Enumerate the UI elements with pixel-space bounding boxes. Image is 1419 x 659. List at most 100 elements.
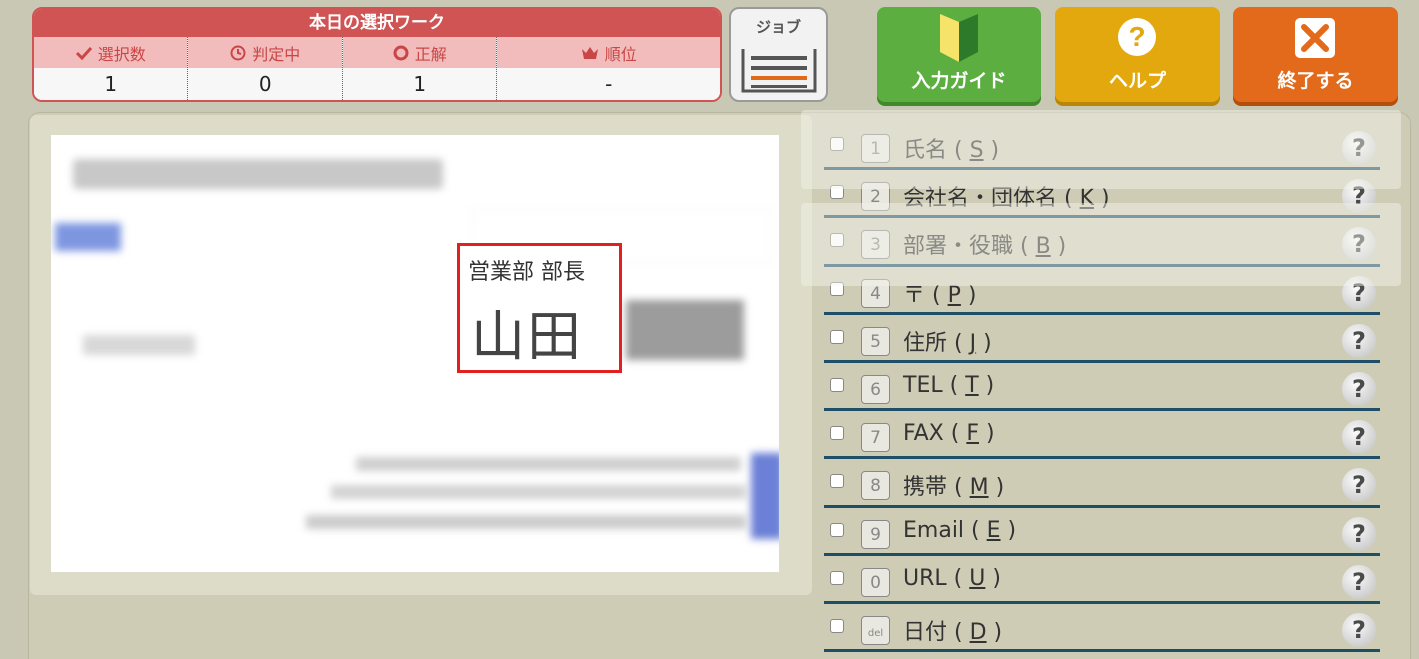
field-label: 住所 ( J ) — [903, 325, 992, 357]
exit-label: 終了する — [1277, 70, 1354, 92]
field-help-icon[interactable]: ? — [1342, 468, 1376, 503]
shortcut-number: 8 — [870, 476, 881, 497]
input-guide-label: 入力ガイド — [911, 70, 1007, 92]
field-checkbox[interactable] — [830, 474, 844, 489]
field-help-icon[interactable]: ? — [1342, 420, 1376, 455]
shortcut-number-badge: 7 — [861, 423, 890, 453]
shortcut-number: 5 — [870, 331, 881, 352]
field-help-icon[interactable]: ? — [1342, 612, 1376, 647]
blurred-logo — [55, 223, 121, 251]
paren-close: ) — [976, 330, 992, 356]
blurred-company-text — [73, 159, 443, 189]
blurred-text — [83, 335, 195, 355]
field-name: 〒 — [903, 282, 926, 308]
job-button[interactable]: ジョブ — [729, 7, 828, 102]
shortcut-number-badge: 5 — [861, 326, 890, 356]
field-help-icon[interactable]: ? — [1342, 371, 1376, 406]
circle-icon — [393, 45, 409, 60]
stats-rank: 順位 - — [497, 37, 720, 100]
stats-value: 1 — [34, 68, 188, 100]
blurred-name — [626, 300, 744, 360]
field-name: URL — [903, 565, 947, 591]
paren-open: ( — [925, 282, 948, 308]
paren-open: ( — [946, 565, 970, 591]
paren-open: ( — [947, 619, 970, 645]
selected-region-highlight[interactable]: 営業部 部長 山田 — [457, 243, 622, 373]
paren-close: ) — [960, 282, 977, 308]
clock-icon — [230, 45, 246, 60]
field-row[interactable]: del 日付 ( D )? — [824, 604, 1380, 653]
paren-open: ( — [964, 517, 987, 543]
field-name: TEL — [903, 372, 943, 398]
stats-value: 1 — [342, 68, 497, 100]
highlight-name-text: 山田 — [471, 305, 583, 368]
svg-text:?: ? — [1128, 21, 1145, 52]
stats-label: 判定中 — [252, 44, 301, 64]
field-checkbox[interactable] — [830, 618, 844, 633]
check-icon — [75, 46, 92, 60]
shortcut-key: M — [969, 475, 989, 501]
shortcut-key: E — [986, 517, 1001, 543]
shortcut-number: 9 — [870, 524, 881, 545]
field-label: 日付 ( D ) — [903, 614, 1002, 646]
paren-open: ( — [943, 421, 967, 447]
stats-label: 順位 — [604, 44, 637, 64]
field-name: FAX — [903, 421, 944, 447]
blurred-address-line — [356, 457, 741, 471]
stats-value: - — [497, 68, 720, 100]
overlay-highlight — [801, 203, 1401, 286]
field-row[interactable]: 6 TEL ( T )? — [824, 363, 1380, 412]
stats-label: 正解 — [414, 44, 447, 64]
field-help-icon[interactable]: ? — [1342, 323, 1376, 358]
field-row[interactable]: 9 Email ( E )? — [824, 508, 1380, 556]
del-key-glyph: del — [867, 627, 884, 639]
field-checkbox[interactable] — [830, 329, 844, 344]
exit-button[interactable]: 終了する — [1233, 7, 1398, 102]
field-checkbox[interactable] — [830, 377, 844, 392]
field-label: TEL ( T ) — [903, 373, 994, 398]
daily-work-stats-panel: 本日の選択ワーク 選択数 1 判定中 0 正解 1 順位 - — [32, 7, 722, 102]
shortcut-key: F — [966, 421, 979, 447]
beginner-mark-icon — [940, 14, 978, 62]
field-help-icon[interactable]: ? — [1342, 564, 1376, 599]
overlay-highlight — [801, 110, 1401, 189]
close-icon — [1295, 18, 1335, 58]
stats-label: 選択数 — [97, 44, 146, 64]
field-name: 携帯 — [903, 475, 948, 501]
field-checkbox[interactable] — [830, 426, 844, 441]
shortcut-number-badge: del — [861, 615, 890, 645]
blurred-address-line — [306, 515, 746, 529]
paren-close: ) — [988, 475, 1005, 501]
paren-close: ) — [986, 619, 1003, 645]
field-row[interactable]: 8 携帯 ( M )? — [824, 459, 1380, 508]
help-button[interactable]: ? ヘルプ — [1055, 7, 1220, 102]
shortcut-number: 4 — [870, 283, 881, 304]
field-checkbox[interactable] — [830, 570, 844, 585]
shortcut-number-badge: 0 — [861, 567, 890, 597]
shortcut-number-badge: 6 — [861, 374, 890, 404]
paren-close: ) — [978, 372, 995, 398]
stats-value: 0 — [188, 68, 342, 100]
field-row[interactable]: 0 URL ( U )? — [824, 556, 1380, 604]
field-name: 住所 — [903, 330, 948, 356]
field-row[interactable]: 7 FAX ( F )? — [824, 411, 1380, 460]
paren-close: ) — [979, 421, 995, 447]
shortcut-key: U — [969, 565, 986, 591]
business-card-image — [51, 135, 779, 572]
input-guide-button[interactable]: 入力ガイド — [877, 7, 1041, 102]
blurred-address-line — [331, 485, 746, 499]
field-help-icon[interactable]: ? — [1342, 516, 1376, 551]
shortcut-number: 0 — [870, 572, 881, 593]
stats-pending-count: 判定中 0 — [188, 37, 343, 100]
stats-title: 本日の選択ワーク — [34, 9, 720, 37]
shortcut-key: P — [947, 282, 961, 308]
question-icon: ? — [1118, 18, 1156, 56]
shortcut-number-badge: 8 — [861, 471, 890, 501]
field-label: 携帯 ( M ) — [903, 469, 1004, 501]
field-checkbox[interactable] — [830, 522, 844, 537]
paren-open: ( — [942, 372, 966, 398]
field-name: 日付 — [903, 619, 948, 645]
field-row[interactable]: 5 住所 ( J )? — [824, 315, 1380, 363]
field-label: URL ( U ) — [903, 566, 1001, 591]
paren-open: ( — [947, 330, 970, 356]
